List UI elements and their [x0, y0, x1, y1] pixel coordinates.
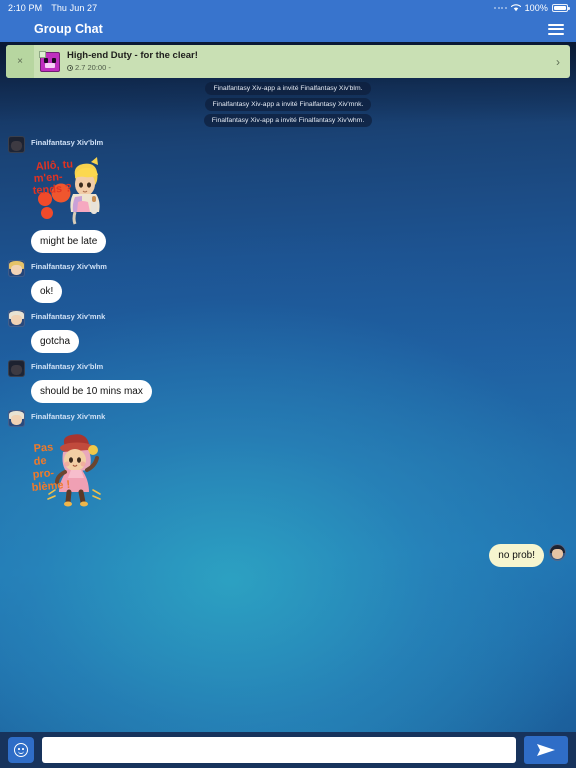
avatar[interactable]: [8, 260, 25, 277]
message-bubble[interactable]: should be 10 mins max: [31, 380, 152, 403]
sender-name: Finalfantasy Xiv'mnk: [31, 312, 106, 321]
signal-dots-icon: [494, 7, 507, 9]
message-header: Finalfantasy Xiv'whm: [8, 260, 568, 277]
avatar[interactable]: [8, 310, 25, 327]
svg-text:pro-: pro-: [32, 467, 55, 481]
wifi-icon: [510, 4, 521, 12]
message-bubble[interactable]: ok!: [31, 280, 63, 303]
message-body: should be 10 mins max: [31, 380, 568, 403]
status-bar-right: 100%: [494, 3, 570, 13]
event-banner[interactable]: × High-end Duty - for the clear! 2.7 20:…: [6, 45, 570, 78]
system-message: Finalfantasy Xiv-app a invité Finalfanta…: [205, 82, 371, 95]
banner-text: High-end Duty - for the clear! 2.7 20:00…: [67, 50, 556, 73]
svg-text:de: de: [33, 455, 47, 468]
avatar[interactable]: [8, 360, 25, 377]
message-header: Finalfantasy Xiv'mnk: [8, 410, 568, 427]
battery-percent-label: 100%: [524, 3, 548, 13]
status-date: Thu Jun 27: [51, 3, 98, 13]
message-body: Pas de pro- blème !: [31, 430, 568, 510]
banner-close-button[interactable]: ×: [6, 45, 34, 78]
pas-de-probleme-sticker[interactable]: Pas de pro- blème !: [31, 430, 109, 510]
allo-tu-mentends-sticker[interactable]: Allô, tu m'en- tends ?: [31, 156, 107, 226]
nav-bar: chevron-left-icon Group Chat: [0, 16, 576, 42]
banner-time-label: 2.7 20:00 -: [75, 63, 111, 72]
message-group: Finalfantasy Xiv'mnk Pas de pro- blème !: [8, 410, 568, 510]
battery-icon: [552, 4, 570, 12]
message-header: Finalfantasy Xiv'mnk: [8, 310, 568, 327]
system-message-row: Finalfantasy Xiv-app a invité Finalfanta…: [8, 82, 568, 95]
message-bubble[interactable]: gotcha: [31, 330, 80, 353]
sender-name: Finalfantasy Xiv'whm: [31, 262, 107, 271]
clock-icon: [67, 64, 73, 71]
outgoing-message-row: no prob!: [8, 544, 568, 567]
status-bar: 2:10 PM Thu Jun 27 100%: [0, 0, 576, 16]
banner-time-row: 2.7 20:00 -: [67, 62, 556, 73]
message-body: gotcha: [31, 330, 568, 353]
message-header: Finalfantasy Xiv'blm: [8, 136, 568, 153]
message-list[interactable]: Finalfantasy Xiv-app a invité Finalfanta…: [0, 78, 576, 732]
message-bubble-outgoing[interactable]: no prob!: [489, 544, 544, 567]
message-group: Finalfantasy Xiv'mnk gotcha: [8, 310, 568, 353]
avatar[interactable]: [8, 410, 25, 427]
message-body: Allô, tu m'en- tends ?: [31, 156, 568, 226]
message-group: might be late: [8, 230, 568, 253]
banner-chevron-right-icon[interactable]: ›: [556, 55, 560, 69]
system-message: Finalfantasy Xiv-app a invité Finalfanta…: [203, 114, 373, 127]
status-bar-left: 2:10 PM Thu Jun 27: [8, 3, 97, 13]
system-message-row: Finalfantasy Xiv-app a invité Finalfanta…: [8, 98, 568, 111]
send-paper-plane-icon: [537, 744, 555, 756]
system-message-row: Finalfantasy Xiv-app a invité Finalfanta…: [8, 114, 568, 127]
sender-name: Finalfantasy Xiv'blm: [31, 362, 104, 371]
message-group: Finalfantasy Xiv'blm should be 10 mins m…: [8, 360, 568, 403]
send-button[interactable]: [524, 736, 568, 764]
system-message: Finalfantasy Xiv-app a invité Finalfanta…: [204, 98, 372, 111]
sender-name: Finalfantasy Xiv'blm: [31, 138, 104, 147]
banner-title: High-end Duty - for the clear!: [67, 50, 198, 61]
hamburger-menu-icon[interactable]: [548, 23, 564, 35]
message-body: might be late: [31, 230, 568, 253]
message-input[interactable]: [42, 737, 516, 763]
message-body: ok!: [31, 280, 568, 303]
duty-monster-icon: [39, 50, 60, 72]
message-bubble[interactable]: might be late: [31, 230, 107, 253]
sender-name: Finalfantasy Xiv'mnk: [31, 412, 106, 421]
avatar[interactable]: [549, 544, 566, 561]
message-group: Finalfantasy Xiv'blm Allô, tu m'en- tend…: [8, 136, 568, 226]
svg-text:Pas: Pas: [33, 441, 54, 455]
avatar[interactable]: [8, 136, 25, 153]
message-group: Finalfantasy Xiv'whm ok!: [8, 260, 568, 303]
status-time: 2:10 PM: [8, 3, 43, 13]
emoji-smiley-icon[interactable]: [8, 737, 34, 763]
message-header: Finalfantasy Xiv'blm: [8, 360, 568, 377]
message-input-bar: [0, 732, 576, 768]
page-title: Group Chat: [34, 22, 103, 36]
